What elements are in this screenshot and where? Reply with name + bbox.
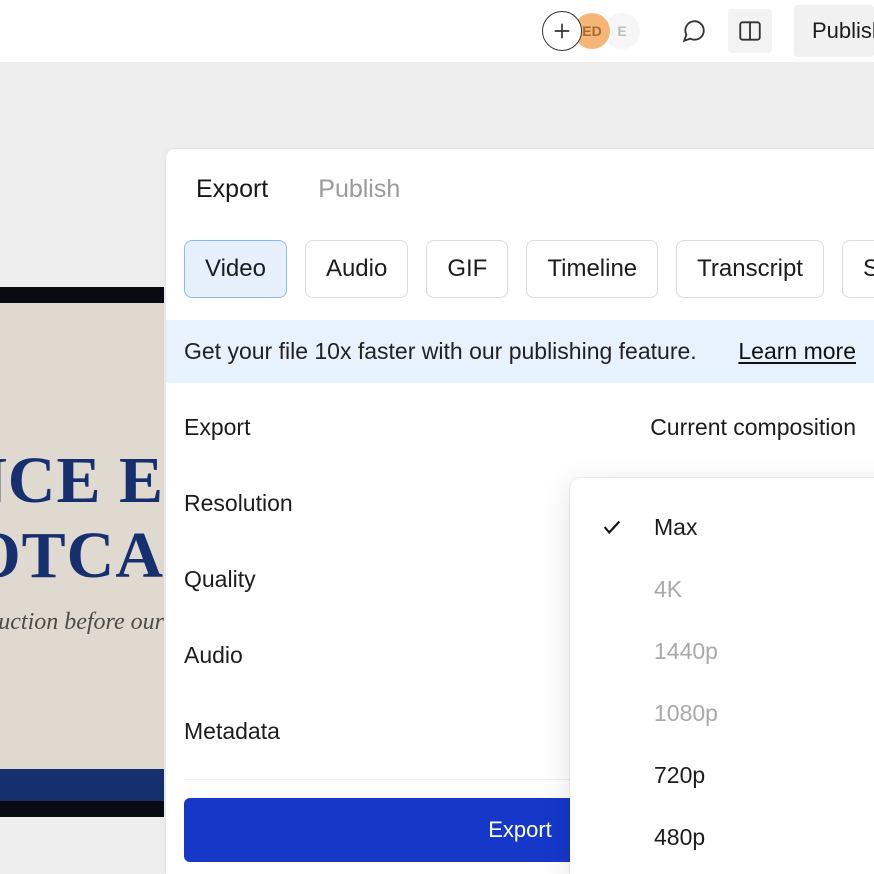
format-audio[interactable]: Audio: [305, 240, 408, 298]
quality-option-label: 1080p: [654, 700, 718, 727]
quality-option-1440p: 1440p: [570, 620, 874, 682]
label-resolution: Resolution: [184, 490, 293, 517]
video-frame: Press esc to exit full screen NCE E OTCA…: [0, 287, 164, 817]
comment-icon: [681, 18, 707, 44]
panel-toggle-button[interactable]: [728, 9, 772, 53]
avatar-group: ED E: [542, 11, 642, 51]
slide-title-line: OTCA: [0, 518, 164, 594]
quality-option-label: 720p: [654, 762, 705, 789]
plus-icon: [552, 21, 572, 41]
value-export: Current composition: [650, 414, 856, 441]
slide-footer-bar: [0, 769, 164, 801]
quality-option-label: 4K: [654, 576, 682, 603]
label-audio: Audio: [184, 642, 243, 669]
format-video[interactable]: Video: [184, 240, 287, 298]
quality-option-label: 1440p: [654, 638, 718, 665]
learn-more-link[interactable]: Learn more: [738, 338, 856, 365]
quality-dropdown: Max 4K 1440p 1080p 720p 480p: [570, 478, 874, 874]
topbar: ED E Publish: [0, 0, 874, 62]
publish-banner: Get your file 10x faster with our publis…: [166, 320, 874, 383]
row-export-scope[interactable]: Export Current composition: [184, 389, 856, 465]
label-quality: Quality: [184, 566, 256, 593]
quality-option-480p[interactable]: 480p: [570, 806, 874, 868]
quality-option-4k: 4K: [570, 558, 874, 620]
label-export: Export: [184, 414, 250, 441]
quality-option-max[interactable]: Max: [570, 496, 874, 558]
panel-tabs: Export Publish: [166, 149, 874, 204]
label-metadata: Metadata: [184, 718, 280, 745]
check-icon: [600, 516, 624, 538]
format-timeline[interactable]: Timeline: [526, 240, 658, 298]
tab-publish[interactable]: Publish: [318, 175, 400, 204]
add-collaborator-button[interactable]: [542, 11, 582, 51]
canvas-preview[interactable]: Press esc to exit full screen NCE E OTCA…: [0, 287, 164, 817]
quality-option-1080p: 1080p: [570, 682, 874, 744]
publish-button[interactable]: Publish: [794, 5, 874, 57]
panel-icon: [737, 18, 763, 44]
slide-subtitle: duction before our: [0, 609, 164, 636]
quality-option-label: 480p: [654, 824, 705, 851]
tab-export[interactable]: Export: [196, 175, 268, 204]
banner-text: Get your file 10x faster with our publis…: [184, 338, 697, 365]
format-subtitles[interactable]: Subtitles: [842, 240, 874, 298]
quality-option-720p[interactable]: 720p: [570, 744, 874, 806]
format-transcript[interactable]: Transcript: [676, 240, 824, 298]
format-row: Video Audio GIF Timeline Transcript Subt…: [166, 204, 874, 298]
comments-button[interactable]: [672, 9, 716, 53]
format-gif[interactable]: GIF: [426, 240, 508, 298]
slide-title-line: NCE E: [0, 443, 164, 519]
quality-option-label: Max: [654, 514, 697, 541]
